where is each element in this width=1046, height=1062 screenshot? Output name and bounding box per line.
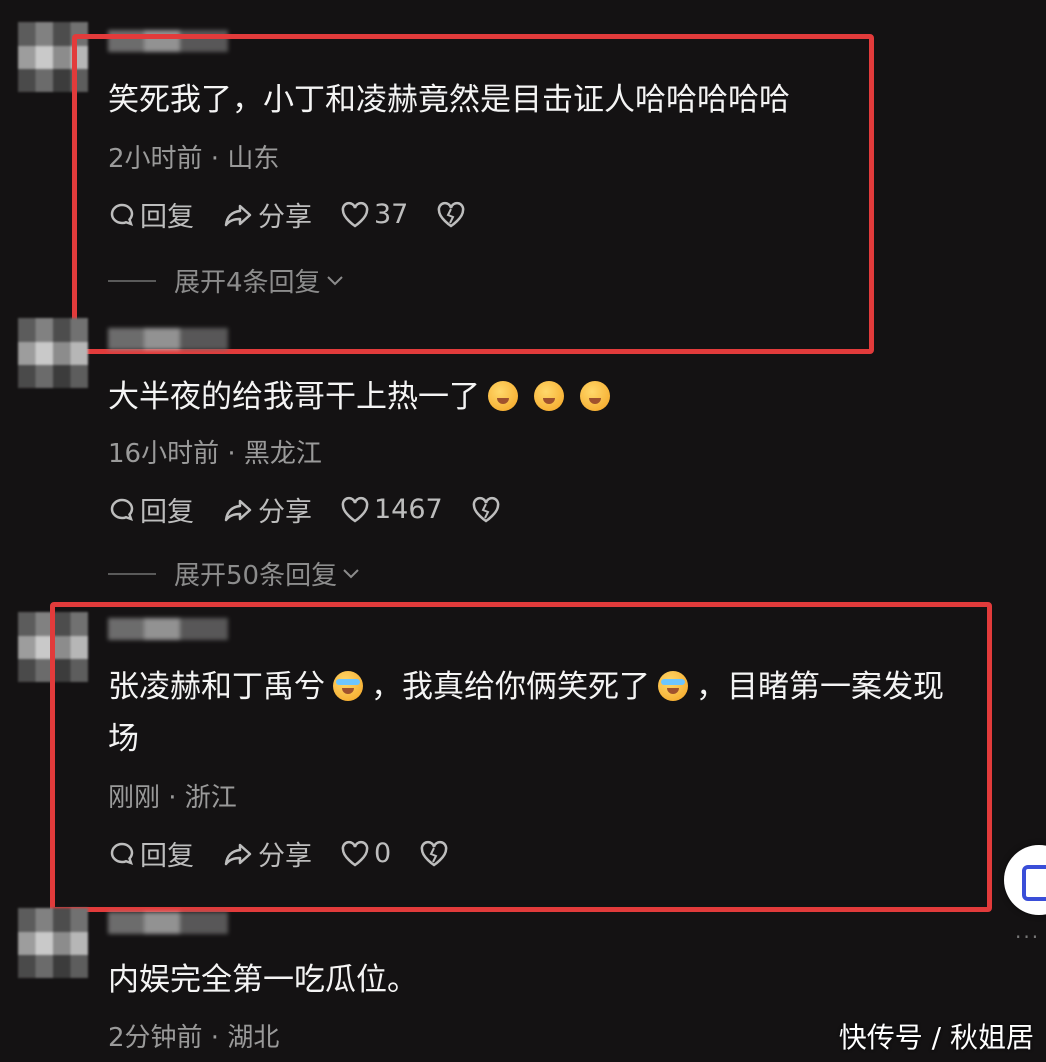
reply-button[interactable]: 回复 xyxy=(108,490,194,529)
expand-label: 展开50条回复 xyxy=(174,561,338,591)
like-count: 1467 xyxy=(374,494,443,525)
comment-meta: 16小时前 · 黑龙江 xyxy=(108,439,322,469)
highlight-box xyxy=(72,34,874,354)
highlight-box xyxy=(50,602,992,912)
comment-text: 大半夜的给我哥干上热一了 xyxy=(108,372,618,422)
comment-icon xyxy=(110,498,134,521)
floating-action-button[interactable] xyxy=(1004,845,1046,915)
heart-icon xyxy=(341,496,369,523)
broken-heart-icon xyxy=(472,496,500,523)
share-icon xyxy=(224,499,252,521)
share-label: 分享 xyxy=(258,497,312,528)
username[interactable] xyxy=(108,912,228,934)
square-icon xyxy=(1022,865,1046,901)
more-icon[interactable]: ··· xyxy=(1015,925,1040,949)
divider xyxy=(108,572,156,575)
kiss-emoji-icon xyxy=(488,381,518,411)
username[interactable] xyxy=(108,328,228,350)
blush-emoji-icon xyxy=(580,381,610,411)
kiss-emoji-icon xyxy=(534,381,564,411)
chevron-down-icon xyxy=(343,568,359,578)
expand-replies[interactable]: 展开50条回复 xyxy=(108,555,361,592)
comment-text-content: 大半夜的给我哥干上热一了 xyxy=(108,379,480,415)
watermark: 快传号 / 秋姐居 xyxy=(838,1021,1034,1054)
dislike-button[interactable] xyxy=(471,496,505,524)
avatar[interactable] xyxy=(18,318,88,388)
comment-actions: 回复 分享 1467 xyxy=(108,490,533,529)
reply-label: 回复 xyxy=(140,497,194,528)
like-button[interactable]: 1467 xyxy=(340,494,443,525)
avatar[interactable] xyxy=(18,908,88,978)
comment-meta: 2分钟前 · 湖北 xyxy=(108,1023,280,1053)
comment-text: 内娱完全第一吃瓜位。 xyxy=(108,962,418,998)
share-button[interactable]: 分享 xyxy=(222,490,312,529)
